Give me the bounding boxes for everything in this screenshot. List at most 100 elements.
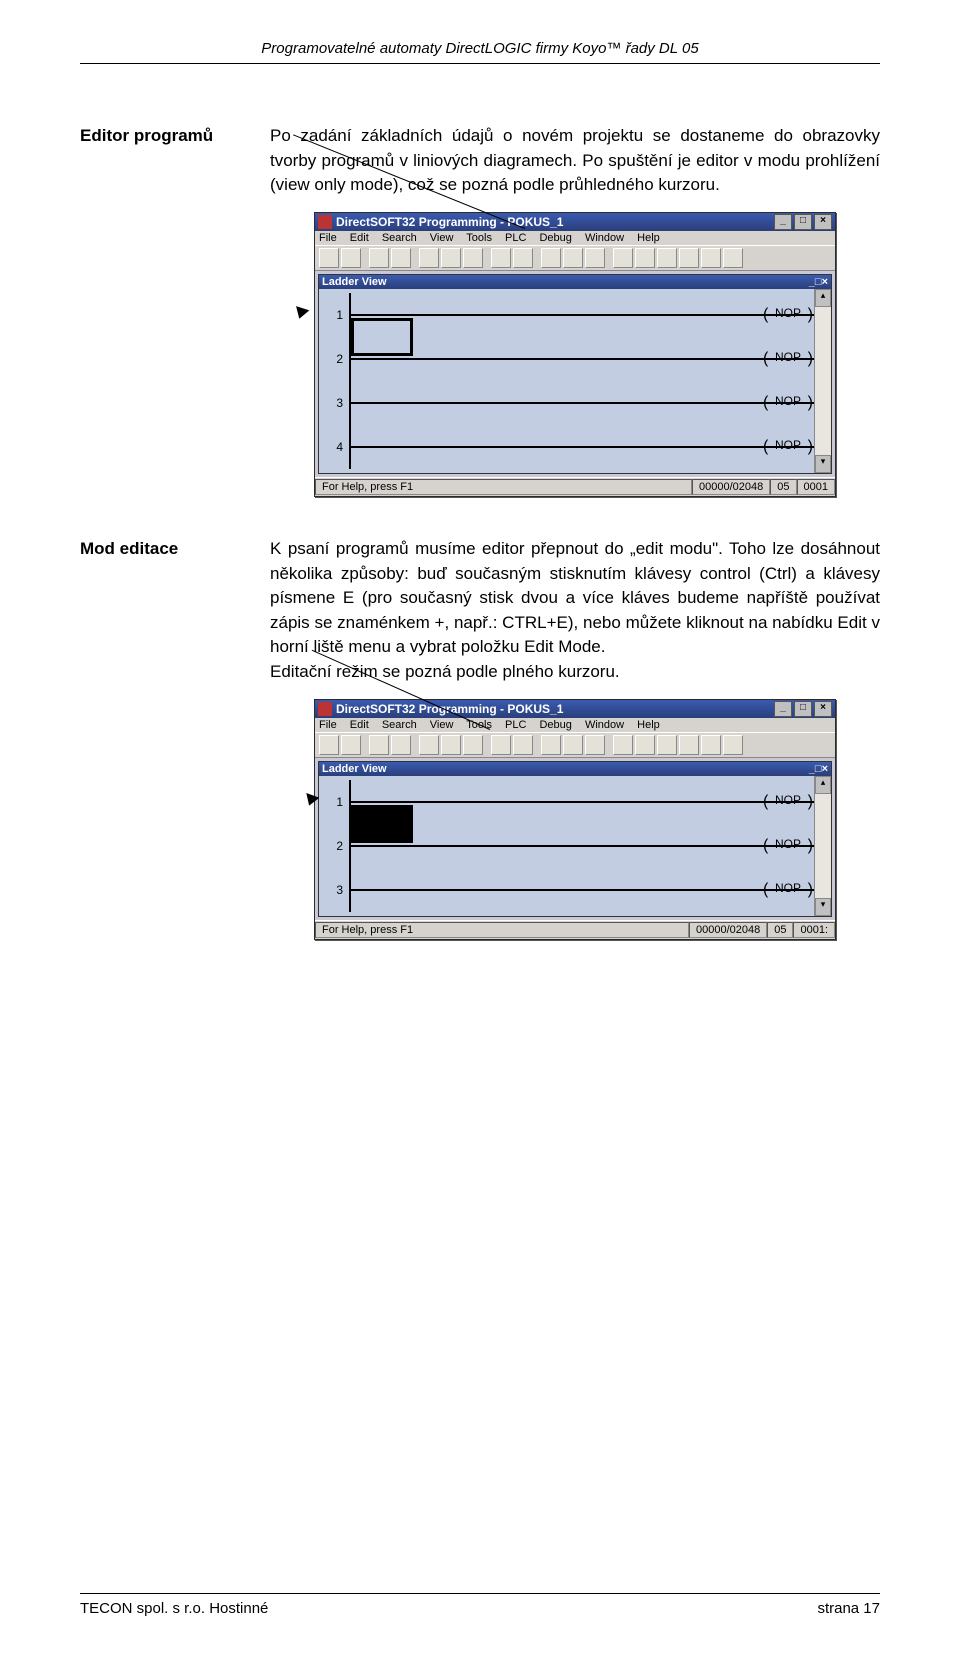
menu-edit[interactable]: Edit	[350, 719, 369, 731]
menu-file[interactable]: File	[319, 719, 337, 731]
tool-button[interactable]	[419, 248, 439, 268]
tool-button[interactable]	[563, 248, 583, 268]
status-help: For Help, press F1	[315, 922, 689, 938]
tool-button[interactable]	[369, 248, 389, 268]
scrollbar[interactable]: ▴ ▾	[814, 289, 831, 473]
toolbar	[315, 732, 835, 758]
tool-button[interactable]	[723, 735, 743, 755]
rung[interactable]: 2 ( NOP )	[319, 337, 831, 381]
close-button[interactable]: ×	[814, 701, 832, 717]
tool-button[interactable]	[657, 248, 677, 268]
maximize-button[interactable]: □	[794, 214, 812, 230]
menu-search[interactable]: Search	[382, 232, 417, 244]
ladder-area[interactable]: 1 ( NOP ) 2 ( NOP )	[319, 776, 831, 916]
statusbar: For Help, press F1 00000/02048 05 0001	[315, 477, 835, 496]
menu-view[interactable]: View	[430, 232, 454, 244]
maximize-button[interactable]: □	[794, 701, 812, 717]
tool-button[interactable]	[657, 735, 677, 755]
tool-button[interactable]	[391, 735, 411, 755]
tool-button[interactable]	[419, 735, 439, 755]
nop-instruction: ( NOP )	[763, 306, 813, 324]
tool-button[interactable]	[563, 735, 583, 755]
page-header: Programovatelné automaty DirectLOGIC fir…	[80, 40, 880, 63]
tool-button[interactable]	[613, 248, 633, 268]
close-button[interactable]: ×	[822, 763, 828, 775]
scroll-down-button[interactable]: ▾	[815, 898, 831, 916]
tool-button[interactable]	[491, 248, 511, 268]
rung[interactable]: 1 ( NOP )	[319, 780, 831, 824]
minimize-button[interactable]: _	[774, 701, 792, 717]
tool-button[interactable]	[701, 735, 721, 755]
tool-button[interactable]	[635, 735, 655, 755]
menu-window[interactable]: Window	[585, 232, 624, 244]
minimize-button[interactable]: _	[774, 214, 792, 230]
menu-view[interactable]: View	[430, 719, 454, 731]
footer-left: TECON spol. s r.o. Hostinné	[80, 1600, 268, 1617]
ladder-titlebar[interactable]: Ladder View _ □ ×	[319, 762, 831, 776]
menu-search[interactable]: Search	[382, 719, 417, 731]
tool-button[interactable]	[541, 248, 561, 268]
tool-button[interactable]	[341, 248, 361, 268]
ladder-area[interactable]: 1 ( NOP ) 2 ( NOP )	[319, 289, 831, 473]
tool-button[interactable]	[585, 248, 605, 268]
rung[interactable]: 4 ( NOP )	[319, 425, 831, 469]
rung[interactable]: 2 ( NOP )	[319, 824, 831, 868]
tool-button[interactable]	[441, 248, 461, 268]
tool-button[interactable]	[513, 248, 533, 268]
menu-debug[interactable]: Debug	[539, 719, 571, 731]
app-window-1: DirectSOFT32 Programming - POKUS_1 _ □ ×…	[314, 212, 836, 497]
tool-button[interactable]	[585, 735, 605, 755]
section-body: K psaní programů musíme editor přepnout …	[270, 537, 880, 685]
rung[interactable]: 3 ( NOP )	[319, 868, 831, 912]
footer-rule	[80, 1593, 880, 1594]
tool-button[interactable]	[723, 248, 743, 268]
footer: TECON spol. s r.o. Hostinné strana 17	[80, 1593, 880, 1617]
menu-file[interactable]: File	[319, 232, 337, 244]
scroll-track[interactable]	[815, 794, 831, 898]
titlebar[interactable]: DirectSOFT32 Programming - POKUS_1 _ □ ×	[315, 700, 835, 718]
menu-debug[interactable]: Debug	[539, 232, 571, 244]
tool-button[interactable]	[319, 248, 339, 268]
tool-button[interactable]	[635, 248, 655, 268]
rung-number: 2	[325, 352, 349, 366]
menu-tools[interactable]: Tools	[466, 232, 492, 244]
menu-help[interactable]: Help	[637, 719, 660, 731]
ladder-titlebar[interactable]: Ladder View _ □ ×	[319, 275, 831, 289]
nop-instruction: ( NOP )	[763, 394, 813, 412]
scroll-down-button[interactable]: ▾	[815, 455, 831, 473]
tool-button[interactable]	[701, 248, 721, 268]
tool-button[interactable]	[391, 248, 411, 268]
rung-number: 4	[325, 440, 349, 454]
tool-button[interactable]	[541, 735, 561, 755]
scroll-track[interactable]	[815, 307, 831, 455]
scrollbar[interactable]: ▴ ▾	[814, 776, 831, 916]
menu-window[interactable]: Window	[585, 719, 624, 731]
menu-help[interactable]: Help	[637, 232, 660, 244]
tool-button[interactable]	[679, 248, 699, 268]
tool-button[interactable]	[513, 735, 533, 755]
maximize-button[interactable]: □	[815, 763, 822, 775]
tool-button[interactable]	[463, 248, 483, 268]
rung[interactable]: 1 ( NOP )	[319, 293, 831, 337]
menu-edit[interactable]: Edit	[350, 232, 369, 244]
tool-button[interactable]	[341, 735, 361, 755]
rung[interactable]: 3 ( NOP )	[319, 381, 831, 425]
scroll-up-button[interactable]: ▴	[815, 289, 831, 307]
tool-button[interactable]	[463, 735, 483, 755]
tool-button[interactable]	[679, 735, 699, 755]
close-button[interactable]: ×	[822, 276, 828, 288]
tool-button[interactable]	[319, 735, 339, 755]
status-counter: 00000/02048	[692, 479, 770, 495]
maximize-button[interactable]: □	[815, 276, 822, 288]
tool-button[interactable]	[441, 735, 461, 755]
menu-plc[interactable]: PLC	[505, 719, 526, 731]
statusbar: For Help, press F1 00000/02048 05 0001:	[315, 920, 835, 939]
tool-button[interactable]	[369, 735, 389, 755]
menu-plc[interactable]: PLC	[505, 232, 526, 244]
titlebar[interactable]: DirectSOFT32 Programming - POKUS_1 _ □ ×	[315, 213, 835, 231]
section-label: Mod editace	[80, 537, 270, 559]
close-button[interactable]: ×	[814, 214, 832, 230]
tool-button[interactable]	[613, 735, 633, 755]
scroll-up-button[interactable]: ▴	[815, 776, 831, 794]
tool-button[interactable]	[491, 735, 511, 755]
